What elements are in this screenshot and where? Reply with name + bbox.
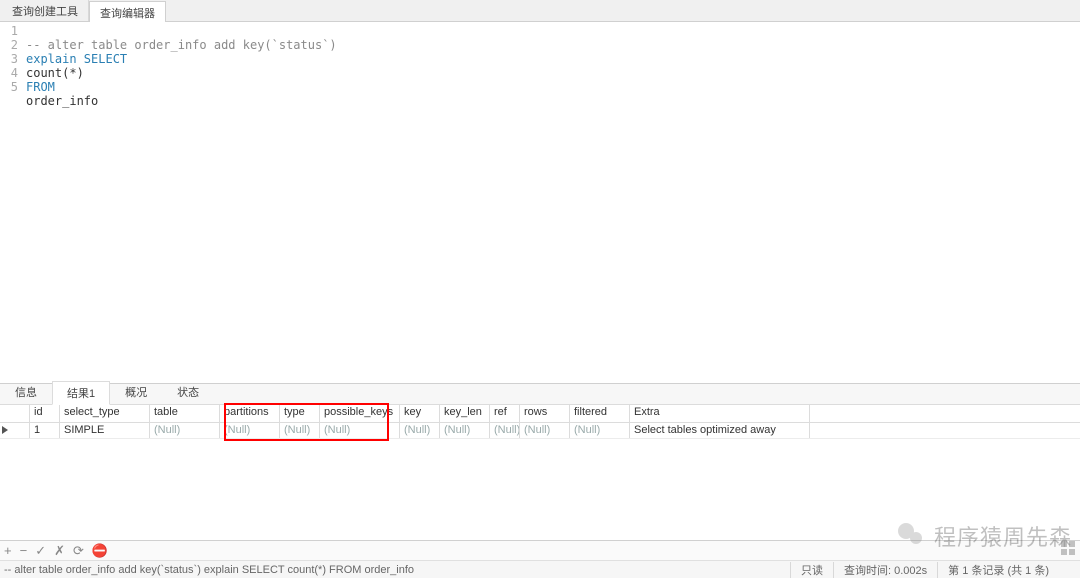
tab-result1[interactable]: 结果1 [52,381,110,405]
sql-editor[interactable]: 1 2 3 4 5 -- alter table order_info add … [0,22,1080,384]
result-empty-area [0,439,1080,541]
tab-query-editor[interactable]: 查询编辑器 [89,1,166,22]
status-bar: -- alter table order_info add key(`statu… [0,560,1080,578]
cell-rows: (Null) [520,423,570,438]
tab-status[interactable]: 状态 [162,380,214,404]
col-extra[interactable]: Extra [630,405,810,422]
col-rowmarker [0,405,30,422]
result-tabs: 信息 结果1 概况 状态 [0,384,1080,405]
cell-key: (Null) [400,423,440,438]
tab-profile[interactable]: 概况 [110,380,162,404]
status-query-time: 查询时间: 0.002s [833,562,937,578]
status-readonly: 只读 [790,562,833,578]
status-record-count: 第 1 条记录 (共 1 条) [937,562,1059,578]
tab-query-builder[interactable]: 查询创建工具 [2,0,89,21]
delete-record-button[interactable]: − [20,543,28,558]
status-sql: -- alter table order_info add key(`statu… [0,564,790,576]
col-type[interactable]: type [280,405,320,422]
refresh-button[interactable]: ⟳ [73,543,84,559]
cell-id: 1 [30,423,60,438]
col-id[interactable]: id [30,405,60,422]
col-ref[interactable]: ref [490,405,520,422]
add-record-button[interactable]: + [4,543,12,558]
col-partitions[interactable]: partitions [220,405,280,422]
tab-info[interactable]: 信息 [0,380,52,404]
cell-type: (Null) [280,423,320,438]
cell-key-len: (Null) [440,423,490,438]
record-toolbar: + − ✓ ✗ ⟳ ⛔ [0,540,1080,560]
col-filtered[interactable]: filtered [570,405,630,422]
col-key[interactable]: key [400,405,440,422]
grid-header: id select_type table partitions type pos… [0,405,1080,423]
layout-toggle-icon[interactable] [1060,540,1076,556]
cell-extra: Select tables optimized away [630,423,810,438]
col-table[interactable]: table [150,405,220,422]
cell-partitions: (Null) [220,423,280,438]
cancel-button[interactable]: ✗ [54,543,65,559]
cell-select-type: SIMPLE [60,423,150,438]
cell-table: (Null) [150,423,220,438]
editor-gutter: 1 2 3 4 5 [0,22,22,383]
cell-possible-keys: (Null) [320,423,400,438]
top-tabs: 查询创建工具 查询编辑器 [0,0,1080,22]
col-rows[interactable]: rows [520,405,570,422]
editor-code[interactable]: -- alter table order_info add key(`statu… [22,22,337,383]
stop-button[interactable]: ⛔ [92,543,108,559]
row-marker-icon [0,423,30,438]
table-row[interactable]: 1 SIMPLE (Null) (Null) (Null) (Null) (Nu… [0,423,1080,439]
col-key-len[interactable]: key_len [440,405,490,422]
cell-filtered: (Null) [570,423,630,438]
cell-ref: (Null) [490,423,520,438]
result-grid[interactable]: id select_type table partitions type pos… [0,405,1080,439]
col-select-type[interactable]: select_type [60,405,150,422]
col-possible-keys[interactable]: possible_keys [320,405,400,422]
apply-button[interactable]: ✓ [35,543,46,559]
